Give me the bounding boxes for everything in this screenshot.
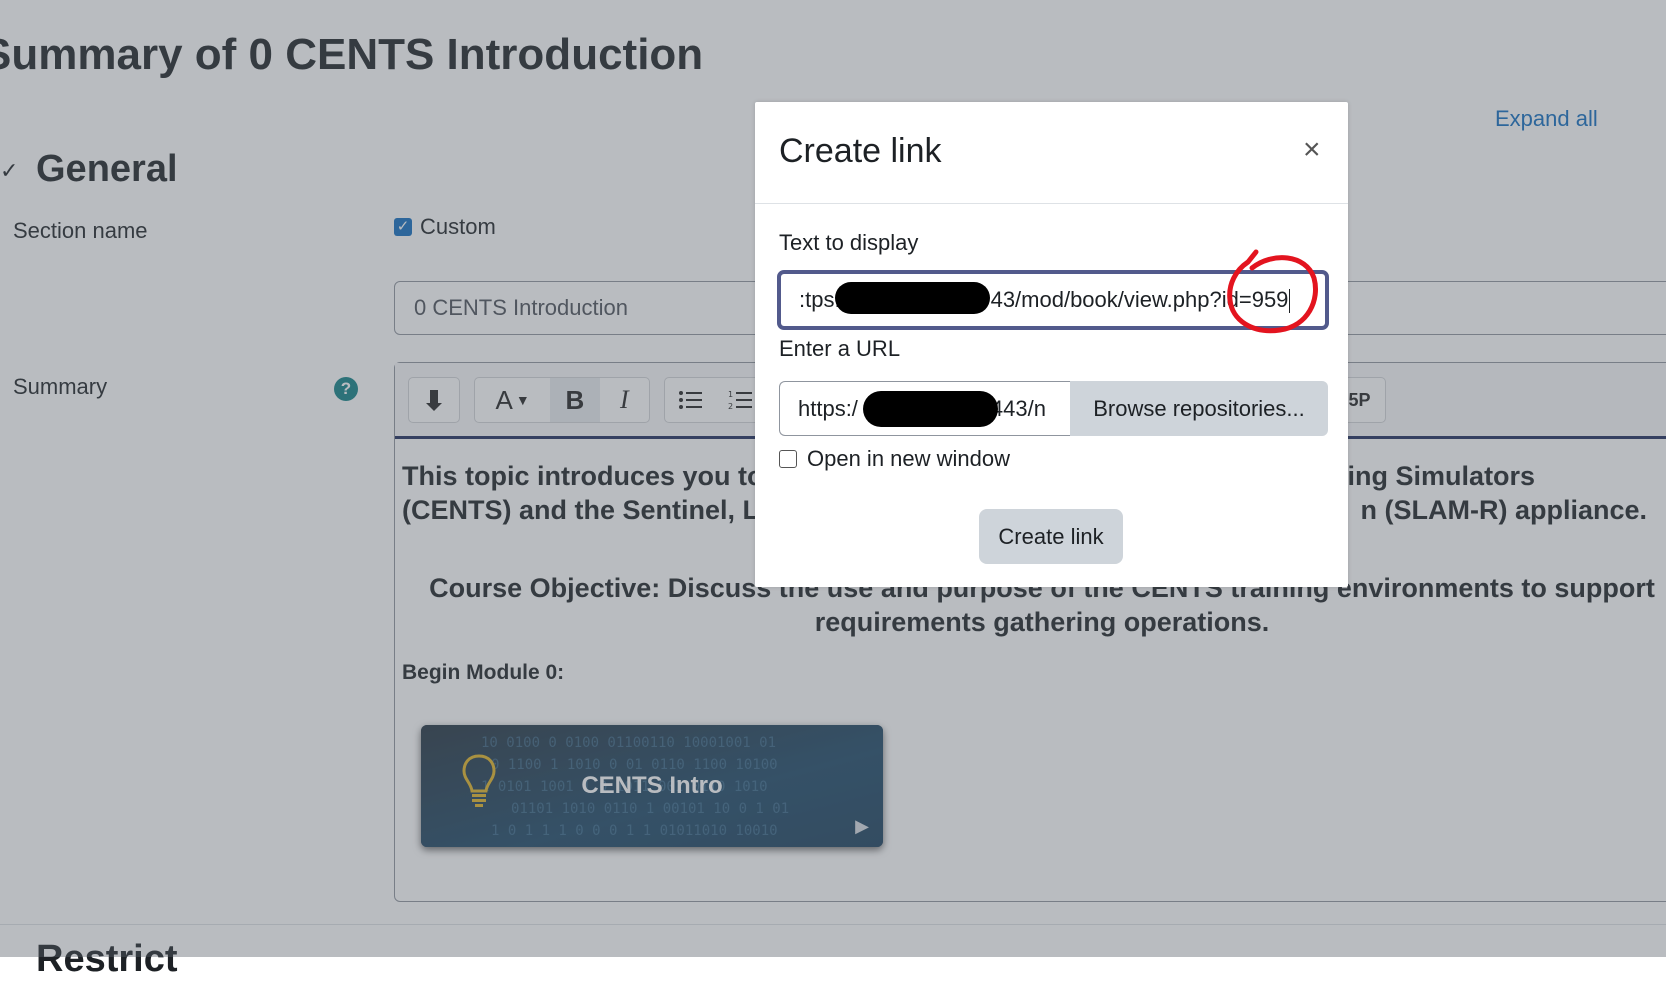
url-input-group: https:/ 443/n Browse repositories... — [779, 381, 1328, 436]
redaction-mark-text — [835, 282, 990, 314]
open-new-window-checkbox[interactable] — [779, 450, 797, 468]
dialog-title: Create link — [779, 132, 942, 170]
open-new-window-label: Open in new window — [807, 446, 1011, 471]
create-link-button[interactable]: Create link — [979, 509, 1123, 564]
url-suffix: 443/n — [990, 396, 1046, 421]
text-to-display-label: Text to display — [779, 230, 919, 255]
close-icon[interactable]: × — [1303, 135, 1321, 165]
open-new-window-row[interactable]: Open in new window — [779, 446, 1010, 472]
create-link-dialog: Create link × Text to display :tps: 43/mo… — [755, 102, 1348, 587]
browse-repositories-button[interactable]: Browse repositories... — [1070, 381, 1328, 436]
enter-url-label: Enter a URL — [779, 336, 901, 361]
url-prefix: https:/ — [798, 396, 858, 421]
dialog-header: Create link × — [755, 102, 1348, 204]
redaction-mark-url — [863, 391, 998, 427]
red-circle-annotation — [1227, 249, 1318, 334]
